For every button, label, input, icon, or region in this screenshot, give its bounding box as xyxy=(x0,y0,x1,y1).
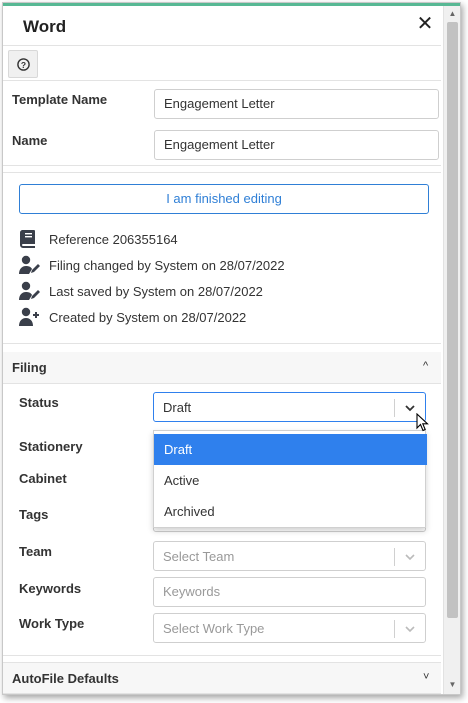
select-separator xyxy=(394,620,395,638)
created-text: Created by System on 28/07/2022 xyxy=(49,310,247,325)
scroll-up-arrow-icon[interactable]: ▲ xyxy=(447,9,458,19)
autofile-section-header[interactable]: AutoFile Defaults ˅ xyxy=(3,662,441,694)
keywords-placeholder: Keywords xyxy=(163,584,221,599)
user-edit-icon xyxy=(19,281,40,300)
keywords-label: Keywords xyxy=(19,581,82,596)
work-type-select[interactable]: Select Work Type xyxy=(153,613,426,643)
reference-text: Reference 206355164 xyxy=(49,232,178,247)
dialog-content: Word ✕ ? Template Name Engagement Letter… xyxy=(3,6,441,694)
status-option-active[interactable]: Active xyxy=(154,465,427,496)
select-separator xyxy=(394,399,395,417)
book-icon xyxy=(19,230,35,248)
team-select[interactable]: Select Team xyxy=(153,541,426,571)
word-dialog: Word ✕ ? Template Name Engagement Letter… xyxy=(2,2,461,695)
team-placeholder: Select Team xyxy=(163,549,235,564)
status-select[interactable]: Draft xyxy=(153,392,426,422)
status-label: Status xyxy=(19,395,59,410)
work-type-placeholder: Select Work Type xyxy=(163,621,265,636)
name-panel: Template Name Engagement Letter Name Eng… xyxy=(3,80,441,166)
filing-section-header[interactable]: Filing ^ xyxy=(3,352,441,384)
template-name-label: Template Name xyxy=(12,92,108,107)
work-type-label: Work Type xyxy=(19,616,85,631)
scroll-down-arrow-icon[interactable]: ▼ xyxy=(447,680,458,690)
help-circle-icon: ? xyxy=(17,58,30,71)
finished-editing-button[interactable]: I am finished editing xyxy=(19,184,429,214)
status-option-draft[interactable]: Draft xyxy=(154,434,427,465)
title-bar: Word ✕ xyxy=(3,6,441,46)
close-icon[interactable]: ✕ xyxy=(413,12,437,36)
chevron-up-icon[interactable]: ^ xyxy=(423,360,428,372)
filing-section-title: Filing xyxy=(12,360,47,375)
chevron-down-icon[interactable] xyxy=(403,401,417,415)
template-name-field[interactable]: Engagement Letter xyxy=(154,89,439,119)
chevron-down-icon[interactable] xyxy=(403,550,417,564)
cabinet-label: Cabinet xyxy=(19,471,67,486)
chevron-down-icon[interactable]: ˅ xyxy=(423,671,429,683)
vertical-scrollbar[interactable]: ▲ ▼ xyxy=(443,6,460,694)
filing-changed-text: Filing changed by System on 28/07/2022 xyxy=(49,258,285,273)
name-field[interactable]: Engagement Letter xyxy=(154,130,439,160)
keywords-input[interactable]: Keywords xyxy=(153,577,426,607)
tags-label: Tags xyxy=(19,507,49,522)
user-edit-icon xyxy=(19,255,40,274)
last-saved-text: Last saved by System on 28/07/2022 xyxy=(49,284,263,299)
name-label: Name xyxy=(12,133,48,148)
help-button[interactable]: ? xyxy=(8,50,38,78)
select-separator xyxy=(394,548,395,566)
stationery-label: Stationery xyxy=(19,439,83,454)
scrollbar-thumb[interactable] xyxy=(447,22,458,618)
chevron-down-icon[interactable] xyxy=(403,622,417,636)
status-option-archived[interactable]: Archived xyxy=(154,496,427,527)
team-label: Team xyxy=(19,544,52,559)
status-dropdown-menu: Draft Active Archived xyxy=(153,430,427,528)
mouse-cursor-icon xyxy=(416,413,429,432)
dialog-title: Word xyxy=(23,17,67,36)
svg-text:?: ? xyxy=(21,60,26,70)
user-plus-icon xyxy=(19,307,39,326)
autofile-section-title: AutoFile Defaults xyxy=(12,671,119,686)
status-value: Draft xyxy=(163,400,192,415)
